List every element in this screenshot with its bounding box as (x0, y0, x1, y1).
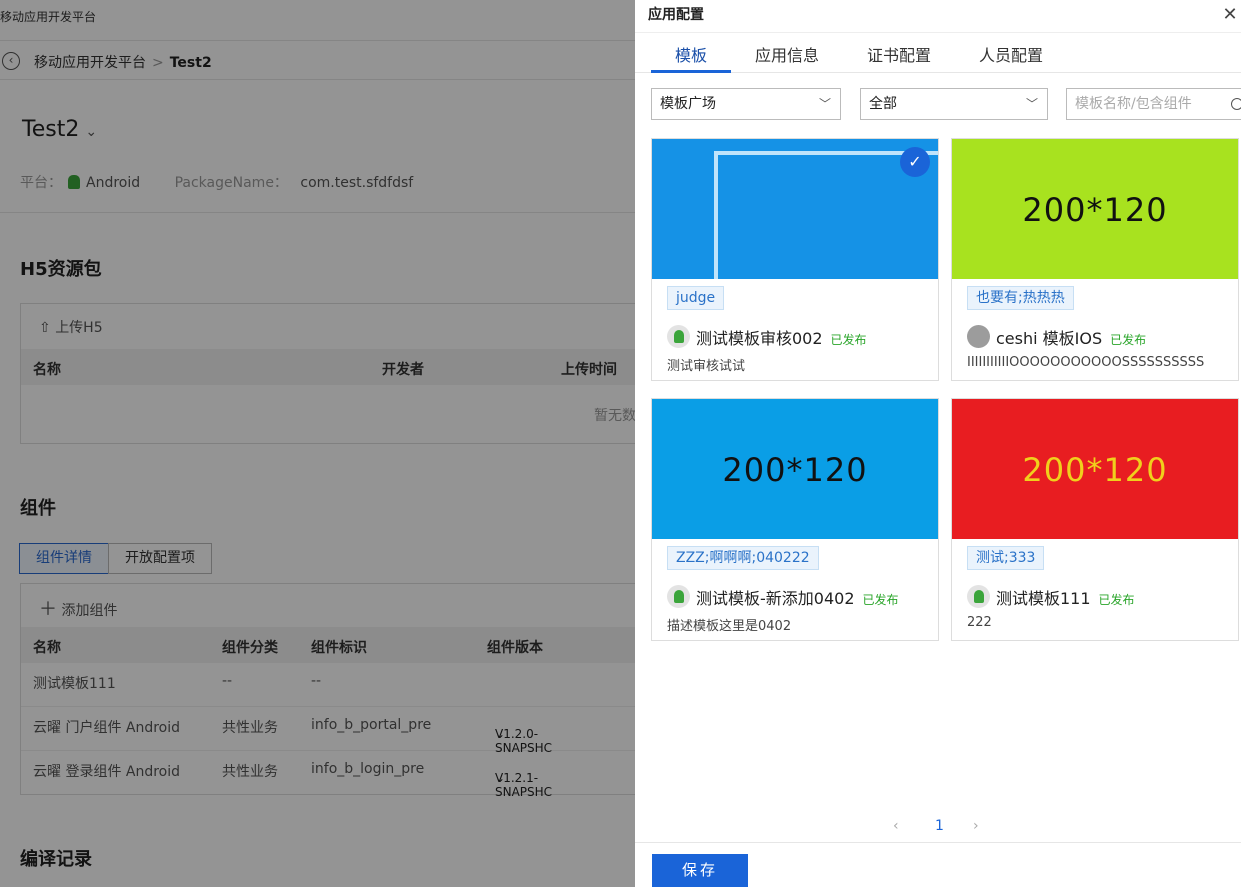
save-button[interactable]: 保存 (652, 854, 748, 887)
tab-template[interactable]: 模板 (675, 42, 707, 66)
template-source-select[interactable]: 模板广场 ﹀ (651, 88, 841, 120)
template-thumbnail (652, 139, 938, 279)
status-badge: 已发布 (830, 333, 867, 347)
template-card[interactable]: 200*120 ZZZ;啊啊啊;040222 测试模板-新添加0402 已发布 描… (651, 398, 939, 641)
template-name: 测试模板-新添加0402 已发布 (696, 585, 899, 609)
category-select[interactable]: 全部 ﹀ (860, 88, 1048, 120)
template-name-text: 测试模板-新添加0402 (696, 589, 855, 608)
checkmark-icon: ✓ (900, 147, 930, 177)
template-tag: ZZZ;啊啊啊;040222 (667, 546, 819, 570)
android-icon (667, 325, 690, 348)
template-thumbnail: 200*120 (952, 399, 1238, 539)
template-name-text: 测试模板111 (996, 589, 1091, 608)
template-desc: IIIIIIIIIIIOOOOOOOOOOOSSSSSSSSSS (967, 355, 1205, 370)
tab-app-info[interactable]: 应用信息 (755, 42, 819, 66)
close-icon[interactable]: ✕ (1221, 4, 1239, 25)
template-desc: 描述模板这里是0402 (667, 619, 792, 634)
tab-certificate[interactable]: 证书配置 (867, 42, 931, 66)
android-icon (667, 585, 690, 608)
active-tab-indicator (651, 70, 731, 73)
search-icon[interactable] (1231, 98, 1241, 110)
status-badge: 已发布 (1098, 593, 1135, 607)
search-placeholder: 模板名称/包含组件 (1075, 96, 1192, 112)
template-name: 测试模板审核002 已发布 (696, 325, 867, 349)
app-config-drawer: 应用配置 ✕ 模板 应用信息 证书配置 人员配置 模板广场 ﹀ 全部 ﹀ 模板名称/… (635, 0, 1241, 887)
chevron-down-icon: ﹀ (1025, 97, 1038, 111)
template-tag: 也要有;热热热 (967, 286, 1074, 310)
status-badge: 已发布 (862, 593, 899, 607)
thumbnail-text: 200*120 (1022, 451, 1168, 489)
modal-overlay[interactable] (0, 0, 635, 887)
template-card[interactable]: 200*120 也要有;热热热 ceshi 模板IOS 已发布 IIIIIIIII… (951, 138, 1239, 381)
template-tag: 测试;333 (967, 546, 1045, 570)
template-card[interactable]: 200*120 测试;333 测试模板111 已发布 222 (951, 398, 1239, 641)
thumbnail-text: 200*120 (722, 451, 868, 489)
drawer-tabs: 模板 应用信息 证书配置 人员配置 (635, 32, 1241, 73)
tab-members[interactable]: 人员配置 (979, 42, 1043, 66)
template-card[interactable]: ✓ judge 测试模板审核002 已发布 测试审核试试 (651, 138, 939, 381)
drawer-title: 应用配置 (648, 7, 704, 23)
footer-divider (635, 842, 1241, 843)
select-value: 模板广场 (660, 96, 716, 112)
page-number[interactable]: 1 (935, 818, 944, 834)
search-input[interactable]: 模板名称/包含组件 (1066, 88, 1241, 120)
template-thumbnail: 200*120 (652, 399, 938, 539)
next-page-icon[interactable]: › (973, 818, 979, 834)
template-name: 测试模板111 已发布 (996, 585, 1135, 609)
template-desc: 222 (967, 615, 992, 630)
chevron-down-icon: ﹀ (818, 97, 831, 111)
apple-icon (967, 325, 990, 348)
template-thumbnail: 200*120 (952, 139, 1238, 279)
thumbnail-text: 200*120 (1022, 191, 1168, 229)
template-name-text: ceshi 模板IOS (996, 329, 1103, 348)
prev-page-icon[interactable]: ‹ (893, 818, 899, 834)
template-name: ceshi 模板IOS 已发布 (996, 325, 1146, 349)
template-name-text: 测试模板审核002 (696, 329, 823, 348)
select-value: 全部 (869, 96, 897, 112)
status-badge: 已发布 (1110, 333, 1147, 347)
android-icon (967, 585, 990, 608)
template-desc: 测试审核试试 (667, 359, 746, 374)
template-tag: judge (667, 286, 725, 310)
